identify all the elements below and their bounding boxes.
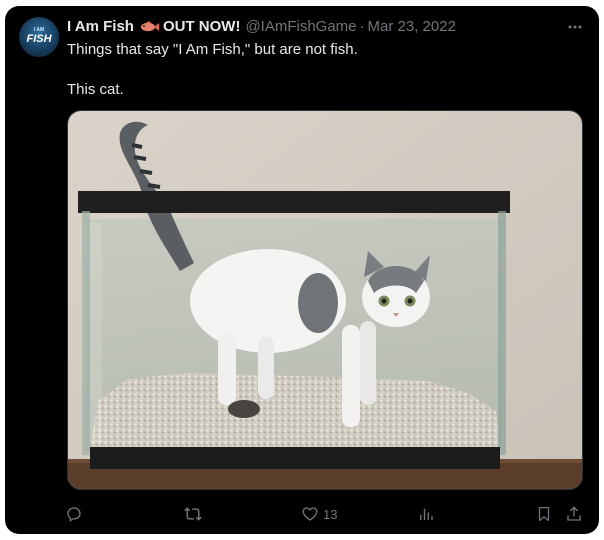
share-icon [567, 506, 581, 521]
like-button[interactable]: 13 [301, 500, 337, 528]
more-options-icon[interactable] [563, 15, 587, 39]
tweet-header: I Am Fish OUT NOW! @IAmFishGame · Mar 23… [67, 17, 559, 37]
retweet-button[interactable] [183, 500, 203, 528]
bookmark-icon [538, 506, 550, 522]
fish-emoji-icon [138, 20, 160, 34]
avatar-logo-big-text: FISH [26, 33, 52, 45]
reply-button[interactable] [65, 500, 83, 528]
tweet-photo[interactable] [67, 110, 583, 490]
reply-icon [67, 507, 81, 522]
tweet-text-line-1: Things that say "I Am Fish," but are not… [67, 41, 358, 58]
header-separator: · [359, 18, 365, 35]
author-display-name[interactable]: I Am Fish [67, 17, 134, 37]
views-button[interactable] [417, 500, 435, 528]
bookmark-button[interactable] [535, 500, 553, 528]
tweet-action-bar: 13 [5, 500, 599, 528]
retweet-icon [184, 507, 202, 521]
cat-in-aquarium-photo [68, 111, 582, 489]
heart-icon [302, 507, 318, 521]
tweet-text-line-2: This cat. [67, 81, 124, 98]
author-handle[interactable]: @IAmFishGame [245, 17, 356, 37]
share-button[interactable] [565, 500, 583, 528]
avatar-logo: I AM FISH [26, 27, 52, 45]
author-tagline: OUT NOW! [162, 18, 241, 35]
like-count: 13 [323, 506, 338, 522]
tweet-date[interactable]: Mar 23, 2022 [368, 17, 456, 37]
tweet-card[interactable]: I AM FISH I Am Fish OUT NOW! @IAmFishGam… [5, 6, 599, 534]
tweet-text: Things that say "I Am Fish," but are not… [67, 40, 587, 100]
author-avatar[interactable]: I AM FISH [19, 17, 59, 57]
views-icon [420, 508, 433, 520]
